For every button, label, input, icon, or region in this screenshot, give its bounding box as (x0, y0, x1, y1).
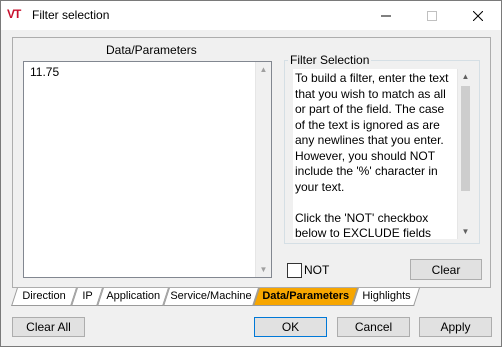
scroll-down-icon[interactable]: ▼ (256, 262, 271, 277)
not-checkbox[interactable] (287, 263, 302, 278)
minimize-icon (381, 15, 391, 16)
scroll-down-icon[interactable]: ▼ (458, 224, 473, 239)
app-logo-icon: VT (7, 7, 21, 21)
clear-all-button[interactable]: Clear All (12, 317, 85, 337)
ok-button[interactable]: OK (254, 317, 327, 337)
scroll-up-icon[interactable]: ▲ (256, 62, 271, 77)
data-parameters-label: Data/Parameters (106, 43, 197, 57)
scroll-up-icon[interactable]: ▲ (458, 69, 473, 84)
minimize-button[interactable] (363, 1, 409, 30)
help-scrollbar[interactable]: ▲ ▼ (457, 69, 473, 239)
filter-tabs: Direction IP Application Service/Machine… (11, 288, 491, 306)
cancel-button[interactable]: Cancel (337, 317, 410, 337)
title-bar: VT Filter selection (1, 1, 501, 30)
tab-application[interactable]: Application (97, 288, 169, 306)
tab-data-parameters[interactable]: Data/Parameters (253, 288, 358, 306)
filter-selection-window: VT Filter selection Data/Parameters 11.7… (0, 0, 502, 347)
maximize-button[interactable] (409, 1, 455, 30)
tab-highlights[interactable]: Highlights (352, 288, 420, 306)
filter-help-text: To build a filter, enter the text that y… (293, 69, 473, 239)
help-paragraph: To build a filter, enter the text that y… (295, 71, 449, 194)
window-title: Filter selection (32, 8, 110, 22)
apply-button[interactable]: Apply (419, 317, 492, 337)
data-parameters-panel: Data/Parameters 11.75 ▲ ▼ Filter Selecti… (12, 37, 491, 288)
list-item[interactable]: 11.75 (30, 65, 59, 79)
not-checkbox-label: NOT (304, 263, 330, 277)
tab-direction[interactable]: Direction (11, 288, 77, 306)
close-icon (473, 10, 483, 21)
close-button[interactable] (455, 1, 501, 30)
tab-service-machine[interactable]: Service/Machine (163, 288, 259, 306)
list-scrollbar[interactable]: ▲ ▼ (255, 62, 271, 277)
clear-button[interactable]: Clear (410, 259, 482, 280)
help-paragraph: Click the 'NOT' checkbox below to EXCLUD… (295, 210, 432, 240)
maximize-icon (427, 10, 437, 21)
filter-selection-label: Filter Selection (288, 53, 372, 67)
scroll-thumb[interactable] (461, 86, 470, 191)
filter-values-list[interactable]: 11.75 ▲ ▼ (23, 61, 272, 278)
